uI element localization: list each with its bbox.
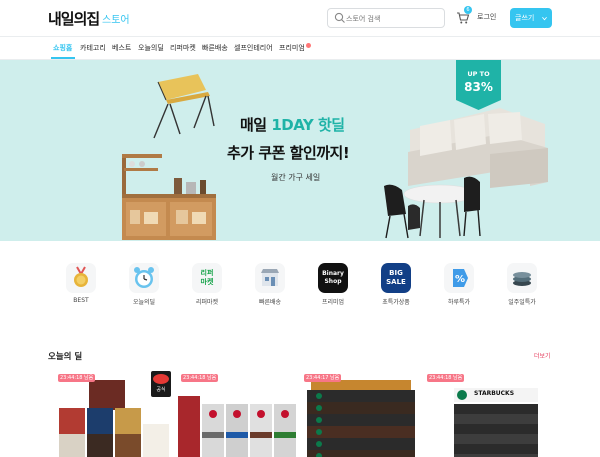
store-building-icon [255, 263, 285, 293]
binary-shop-icon: Binary Shop [318, 263, 348, 293]
binary-shop-text: Binary Shop [322, 270, 344, 285]
search-box[interactable] [327, 8, 445, 28]
banner-headline-highlight: 1DAY 핫딜 [271, 116, 345, 134]
badge-upto-text: UP TO [467, 70, 490, 78]
nav-item-todays-deal[interactable]: 오늘의딜 [138, 43, 164, 53]
deal-timer: 23:44:17 남음 [304, 374, 342, 382]
new-dot-icon [305, 43, 311, 48]
nav-item-category[interactable]: 카테고리 [80, 43, 106, 53]
store-link[interactable]: 스토어 [102, 11, 130, 26]
banner-headline: 매일 1DAY 핫딜 [240, 114, 345, 135]
deal-card[interactable]: 23:44:17 남음 [301, 374, 419, 457]
trophy-medal-icon [66, 263, 96, 293]
alarm-clock-icon [129, 263, 159, 293]
category-todays-deal[interactable]: 오늘의딜 [116, 263, 172, 306]
category-best[interactable]: BEST [53, 263, 109, 304]
category-refurb-market[interactable]: 리퍼 마켓 리퍼마켓 [179, 263, 235, 306]
deal-timer: 23:44:18 남음 [58, 374, 96, 382]
category-daily-special[interactable]: % 하루특가 [431, 263, 487, 306]
brand-box-image: 공식 [151, 371, 171, 397]
nav-item-refurb-market[interactable]: 리퍼마켓 [170, 43, 196, 53]
banner-headline-prefix: 매일 [240, 116, 272, 134]
sofa-and-table-illustration [384, 108, 548, 239]
badge-percent-text: 83% [464, 80, 493, 94]
category-label: 하루특가 [447, 299, 471, 306]
category-fast-delivery[interactable]: 빠른배송 [242, 263, 298, 306]
category-label: BEST [73, 297, 89, 304]
category-label: 초특가상품 [382, 299, 410, 306]
promo-banner[interactable]: 매일 1DAY 핫딜 추가 쿠폰 할인까지! 월간 가구 세일 UP TO 83… [0, 60, 600, 241]
starbucks-coffee-product-image [454, 388, 538, 457]
starbucks-capsule-product-image [307, 380, 415, 457]
write-button[interactable]: 글쓰기 [510, 8, 552, 28]
nav-item-premium[interactable]: 프리미엄 [279, 43, 311, 53]
site-logo[interactable]: 내일의집 [48, 8, 100, 29]
chair-and-cabinet-illustration [122, 74, 216, 240]
stacked-items-icon [507, 263, 537, 293]
category-label: 빠른배송 [258, 299, 282, 306]
deal-timer: 23:44:18 남음 [427, 374, 465, 382]
deal-card[interactable]: 23:44:18 남음 [178, 374, 296, 457]
illy-coffee-product-image [178, 396, 296, 457]
search-icon [334, 12, 345, 23]
big-sale-icon: BIG SALE [381, 263, 411, 293]
login-link[interactable]: 로그인 [477, 12, 496, 22]
category-premium[interactable]: Binary Shop 프리미엄 [305, 263, 361, 306]
nav-item-self-interior[interactable]: 셀프인테리어 [234, 43, 273, 53]
refurb-market-icon: 리퍼 마켓 [192, 263, 222, 293]
chevron-down-icon [542, 16, 547, 21]
category-super-sale[interactable]: BIG SALE 초특가상품 [368, 263, 424, 306]
category-weekly-special[interactable]: 일주일특가 [494, 263, 550, 306]
brand-logo-mark [153, 374, 169, 384]
write-button-label: 글쓰기 [515, 14, 535, 22]
nav-item-shopping-home[interactable]: 쇼핑홈 [53, 43, 72, 53]
see-more-link[interactable]: 더보기 [534, 351, 551, 360]
nav-item-premium-label: 프리미엄 [279, 44, 305, 52]
top-header: 내일의집 스토어 6 로그인 글쓰기 [0, 0, 600, 36]
nav-item-fast-delivery[interactable]: 빠른배송 [202, 43, 228, 53]
category-label: 프리미엄 [321, 299, 345, 306]
cart-count-badge: 6 [464, 6, 472, 14]
svg-text:%: % [455, 274, 465, 285]
nav-item-best[interactable]: 베스트 [112, 43, 131, 53]
brand-wordmark: STARBUCKS [474, 390, 515, 397]
official-badge: 공식 [156, 387, 166, 393]
store-nav: 쇼핑홈 카테고리 베스트 오늘의딜 리퍼마켓 빠른배송 셀프인테리어 프리미엄 [0, 37, 600, 59]
category-label: 오늘의딜 [132, 299, 156, 306]
banner-subheadline: 추가 쿠폰 할인까지! [227, 144, 350, 162]
category-label: 리퍼마켓 [195, 299, 219, 306]
category-label: 일주일특가 [508, 299, 536, 306]
banner-caption: 월간 가구 세일 [271, 173, 321, 182]
todays-deal-title: 오늘의 딜 [48, 352, 83, 362]
percent-tag-icon: % [444, 263, 474, 293]
deal-timer: 23:44:18 남음 [181, 374, 219, 382]
big-sale-text: BIG SALE [386, 269, 406, 286]
deal-card[interactable]: 23:44:18 남음 STARBUCKS [424, 374, 542, 457]
search-input[interactable] [346, 11, 442, 26]
